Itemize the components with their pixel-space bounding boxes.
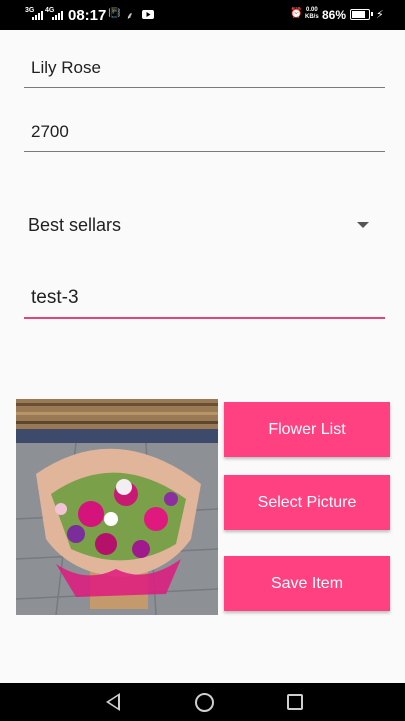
name-input[interactable] (31, 58, 385, 78)
vibrate-icon: 📳 (108, 8, 121, 19)
usb-icon: ⸙ (126, 11, 134, 22)
recents-icon[interactable] (287, 694, 303, 710)
network-speed-unit: KB/s (305, 14, 319, 20)
battery-fill (352, 11, 365, 18)
flower-bouquet-image (16, 399, 218, 615)
youtube-icon (142, 10, 154, 19)
save-item-button[interactable]: Save Item (224, 556, 390, 611)
battery-percent: 86% (322, 8, 347, 22)
charging-icon: ⚡ (376, 9, 384, 21)
home-icon[interactable] (195, 693, 214, 712)
flower-list-button[interactable]: Flower List (224, 402, 390, 457)
price-input[interactable] (31, 122, 385, 142)
select-picture-button-label: Select Picture (257, 493, 357, 511)
system-navigation-bar (0, 683, 405, 721)
battery-icon (350, 9, 373, 20)
network-speed-value: 0.00 (305, 7, 318, 13)
category-selected: Best sellars (28, 214, 122, 235)
status-bar: 3G 4G 08:17 📳 ⸙ ⏰ 0.00 KB/s 86% ⚡ (0, 0, 405, 30)
back-icon[interactable] (106, 693, 120, 711)
name-field[interactable] (24, 58, 385, 88)
alarm-icon: ⏰ (290, 8, 303, 19)
category-dropdown[interactable]: Best sellars (24, 210, 385, 240)
network-speed: 0.00 KB/s (305, 7, 319, 21)
dropdown-arrow-icon (357, 222, 369, 228)
price-field[interactable] (24, 122, 385, 152)
clock: 08:17 (68, 7, 107, 24)
signal-icon (52, 10, 63, 20)
select-picture-button[interactable]: Select Picture (224, 475, 390, 530)
flower-list-button-label: Flower List (268, 420, 346, 438)
signal-icon (32, 10, 43, 20)
tag-field[interactable] (24, 287, 385, 319)
tag-input[interactable] (31, 287, 385, 309)
save-item-button-label: Save Item (270, 574, 344, 592)
